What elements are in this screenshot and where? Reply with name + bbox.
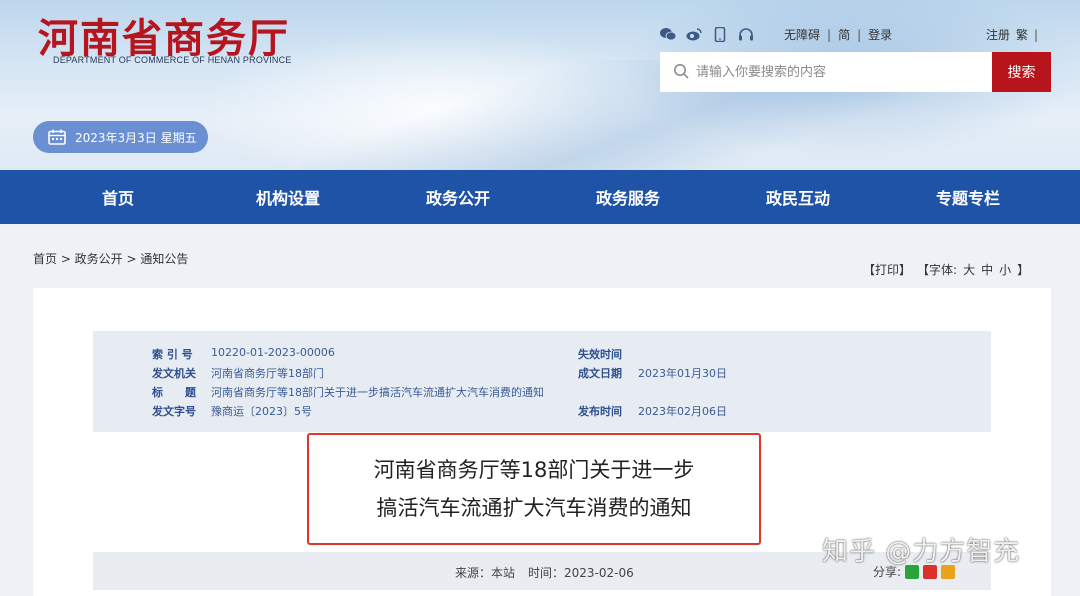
nav-item-public-affairs[interactable]: 政务公开 <box>373 170 543 224</box>
nav-item-topics[interactable]: 专题专栏 <box>883 170 1053 224</box>
date-display: 2023年3月3日 星期五 <box>33 121 208 153</box>
register-link[interactable]: 注册 <box>986 26 1010 43</box>
article-title-line: 河南省商务厅等18部门关于进一步 <box>373 458 695 482</box>
breadcrumb[interactable]: 首页 > 政务公开 > 通知公告 <box>33 250 188 267</box>
weibo-icon[interactable] <box>686 27 702 41</box>
issuer-value: 河南省商务厅等18部门 <box>211 367 324 380</box>
index-label: 索 引 号 <box>152 348 193 361</box>
top-links-right: 注册 繁 | <box>986 26 1044 43</box>
docno-value: 豫商运〔2023〕5号 <box>211 405 312 418</box>
publish-date-label: 发布时间 <box>578 405 622 418</box>
title-value: 河南省商务厅等18部门关于进一步搞活汽车流通扩大汽车消费的通知 <box>211 386 544 399</box>
expire-label: 失效时间 <box>578 348 622 361</box>
search-button[interactable]: 搜索 <box>992 52 1051 92</box>
issuer-label: 发文机关 <box>152 367 196 380</box>
nav-item-services[interactable]: 政务服务 <box>543 170 713 224</box>
divider: | <box>1034 27 1039 42</box>
watermark: 知乎 @力方智充 <box>822 537 1021 567</box>
docno-label: 发文字号 <box>152 405 196 418</box>
font-small-button[interactable]: 小 <box>999 261 1011 278</box>
article-title: 河南省商务厅等18部门关于进一步 搞活汽车流通扩大汽车消费的通知 <box>307 433 761 545</box>
font-size-close: 】 <box>1017 263 1030 277</box>
article-tools: 【打印】 【字体: 大 中 小 】 <box>863 261 1029 278</box>
index-value: 10220-01-2023-00006 <box>211 346 335 359</box>
nav-item-organization[interactable]: 机构设置 <box>203 170 373 224</box>
font-medium-button[interactable]: 中 <box>981 261 993 278</box>
simplified-link[interactable]: 简 <box>838 26 850 43</box>
mobile-icon[interactable] <box>712 26 728 43</box>
search-input[interactable] <box>696 60 976 84</box>
article-title-line: 搞活汽车流通扩大汽车消费的通知 <box>376 496 692 520</box>
font-large-button[interactable]: 大 <box>963 261 975 278</box>
title-label: 标 题 <box>152 386 196 399</box>
wechat-icon[interactable] <box>660 27 677 41</box>
social-icons <box>660 26 754 43</box>
search-box <box>660 52 992 92</box>
login-link[interactable]: 登录 <box>868 26 892 43</box>
publish-date-value: 2023年02月06日 <box>638 405 727 418</box>
print-button[interactable]: 【打印】 <box>863 261 911 278</box>
site-logo-english: DEPARTMENT OF COMMERCE OF HENAN PROVINCE <box>53 55 292 65</box>
divider: | <box>827 27 832 42</box>
divider: | <box>857 27 862 42</box>
main-nav: 首页 机构设置 政务公开 政务服务 政民互动 专题专栏 <box>0 170 1080 224</box>
accessibility-link[interactable]: 无障碍 <box>784 26 820 43</box>
nav-item-home[interactable]: 首页 <box>33 170 203 224</box>
written-date-value: 2023年01月30日 <box>638 367 727 380</box>
top-links: 无障碍 | 简 | 登录 <box>784 26 892 43</box>
date-text: 2023年3月3日 星期五 <box>75 130 197 145</box>
traditional-link[interactable]: 繁 <box>1016 26 1028 43</box>
calendar-icon <box>48 129 66 145</box>
headset-icon[interactable] <box>738 27 754 41</box>
search-icon <box>674 64 689 79</box>
nav-item-interaction[interactable]: 政民互动 <box>713 170 883 224</box>
font-size-label: 【字体: <box>917 263 958 277</box>
article-source: 来源：本站 <box>455 566 516 580</box>
document-metadata: 索 引 号 10220-01-2023-00006 发文机关 河南省商务厅等18… <box>93 331 991 432</box>
written-date-label: 成文日期 <box>578 367 622 380</box>
article-time: 时间：2023-02-06 <box>528 566 634 580</box>
